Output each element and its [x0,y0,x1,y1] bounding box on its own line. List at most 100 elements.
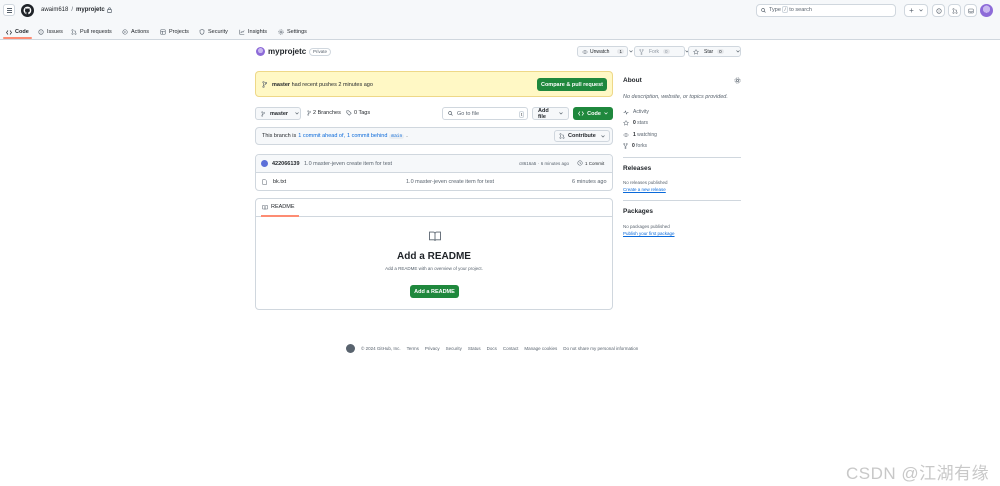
tab-settings[interactable]: Settings [278,26,307,38]
compare-pull-request-button[interactable]: Compare & pull request [537,78,607,91]
pull-request-icon [71,29,77,35]
readme-tab[interactable]: README [262,204,295,210]
sidebar-divider [623,157,741,158]
menu-button[interactable] [3,4,15,16]
activity-link[interactable]: Activity [623,109,649,115]
footer-link-status[interactable]: Status [468,346,481,351]
notifications-button[interactable] [964,4,977,17]
file-commit-time: 6 minutes ago [572,179,607,185]
chevron-down-icon [601,134,605,138]
tab-actions[interactable]: Actions [122,26,149,38]
app-header: awaim618 / myprojetc Type / to search + … [0,0,1000,40]
create-release-link[interactable]: Create a new release [623,187,666,192]
activity-label: Activity [633,109,649,115]
publish-package-link[interactable]: Publish your first package [623,231,675,236]
releases-heading[interactable]: Releases [623,165,651,172]
contribute-label: Contribute [568,133,596,139]
star-label: Star [704,48,714,55]
commits-behind-link[interactable]: 1 commit behind [347,133,387,139]
footer-link-docs[interactable]: Docs [487,346,497,351]
sidebar-divider [623,200,741,201]
compare-suffix: . [406,133,408,139]
forks-label: forks [636,143,648,149]
branches-link[interactable]: 2 Branches [307,110,341,116]
issues-button[interactable] [932,4,945,17]
tab-issues[interactable]: Issues [38,26,63,38]
star-button[interactable]: Star 0 [688,46,741,57]
tab-label: Settings [287,29,307,35]
book-icon [262,204,268,210]
add-readme-title: Add a README [397,251,471,262]
stars-link[interactable]: 0 stars [623,120,648,126]
readme-tab-label: README [271,204,295,210]
pull-requests-button[interactable] [948,4,961,17]
branches-count: 2 Branches [313,110,341,116]
commits-ahead-link[interactable]: 1 commit ahead of, [298,133,345,139]
repo-title[interactable]: myprojetc [268,47,306,56]
unwatch-button[interactable]: Unwatch 1 [577,46,633,57]
watching-count: 1 [633,132,636,138]
tab-pull-requests[interactable]: Pull requests [71,26,112,38]
tab-label: Projects [169,29,189,35]
commit-count: 1 Commit [585,160,605,166]
contribute-button[interactable]: Contribute [554,130,610,142]
tab-security[interactable]: Security [199,26,228,38]
commit-hash[interactable]: c8616a5 [519,161,536,166]
compare-prefix: This branch is [262,133,297,139]
commit-message[interactable]: 1.0 master-jeven create item for test [304,161,392,167]
banner-text: had recent pushes 2 minutes ago [291,82,373,88]
readme-tab-indicator [261,215,299,217]
go-to-file-input[interactable]: Go to file t [442,107,528,120]
branch-select-button[interactable]: master [255,107,301,120]
code-icon [578,111,585,116]
code-icon [6,29,12,35]
branch-icon [307,110,311,116]
commit-author[interactable]: 422066139 [272,161,300,167]
search-input[interactable]: Type / to search [756,4,896,17]
recent-push-banner: master had recent pushes 2 minutes ago C… [255,71,613,97]
file-commit-message[interactable]: 1.0 master-jeven create item for test [406,179,494,185]
add-file-button[interactable]: Add file [532,107,569,120]
chevron-down-icon [735,50,740,53]
fork-count: 0 [663,49,670,54]
tab-insights[interactable]: Insights [239,26,267,38]
fork-button[interactable]: Fork 0 [634,46,689,57]
breadcrumb-owner[interactable]: awaim618 [41,7,68,13]
go-to-file-placeholder: Go to file [457,111,480,117]
commit-author-avatar [261,160,268,167]
footer-link-manage-cookies[interactable]: Manage cookies [524,346,557,351]
code-button[interactable]: Code [573,107,613,120]
github-mark-icon [346,343,355,353]
file-name[interactable]: bk.txt [273,179,286,185]
commit-history-link[interactable]: 1 Commit [577,160,604,166]
user-avatar[interactable] [980,4,993,17]
releases-empty-text: No releases published [623,180,668,185]
footer-link-terms[interactable]: Terms [407,346,419,351]
packages-heading[interactable]: Packages [623,208,653,215]
about-description: No description, website, or topics provi… [623,94,728,100]
forks-link[interactable]: 0 forks [623,143,647,149]
footer-link-do-not-share[interactable]: Do not share my personal information [563,346,638,351]
file-list: 422066139 1.0 master-jeven create item f… [255,154,613,191]
watching-link[interactable]: 1 watching [623,132,657,138]
chevron-down-icon [604,112,608,115]
play-circle-icon [122,29,128,35]
tags-link[interactable]: 0 Tags [346,110,370,116]
footer-link-security[interactable]: Security [446,346,462,351]
tab-projects[interactable]: Projects [160,26,189,38]
tab-label: Issues [47,29,63,35]
create-new-button[interactable]: + [904,4,928,17]
gear-icon[interactable] [734,77,741,84]
graph-icon [239,29,245,35]
add-readme-description: Add a README with an overview of your pr… [385,266,483,271]
footer-link-privacy[interactable]: Privacy [425,346,440,351]
github-logo-icon[interactable] [21,4,34,17]
plus-icon: + [909,6,914,15]
search-icon [761,8,766,13]
tab-label: Insights [248,29,267,35]
add-readme-button[interactable]: Add a README [410,285,459,298]
breadcrumb-repo[interactable]: myprojetc [76,7,105,13]
footer-link-contact[interactable]: Contact [503,346,519,351]
shield-icon [199,29,205,35]
gear-icon [278,29,284,35]
